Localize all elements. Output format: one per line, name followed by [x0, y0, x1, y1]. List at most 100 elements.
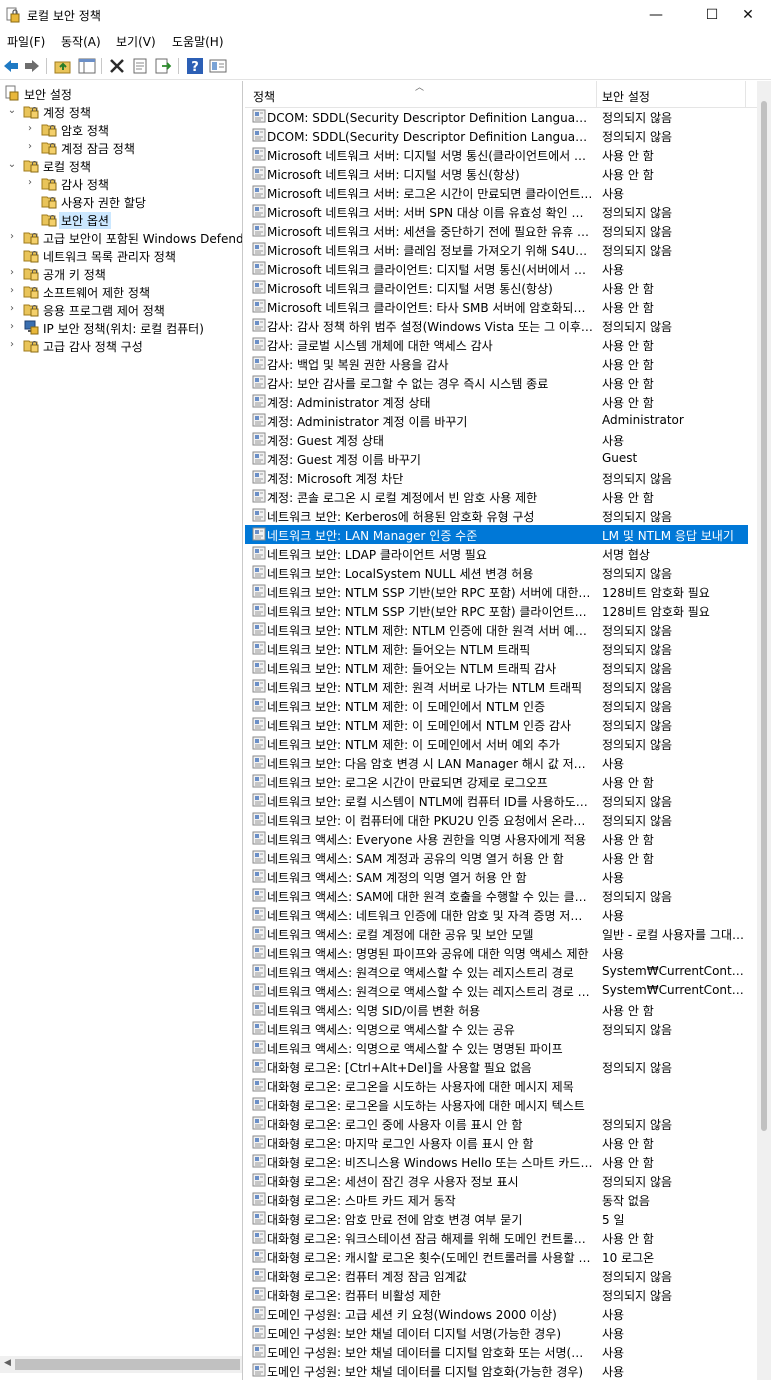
tree-item[interactable]: › 고급 감사 정책 구성 — [0, 336, 240, 354]
policy-row[interactable]: 네트워크 보안: 로컬 시스템이 NTLM에 컴퓨터 ID를 사용하도록 허용 정… — [245, 791, 748, 810]
policy-row[interactable]: Microsoft 네트워크 클라이언트: 디지털 서명 통신(서버에서 동의하… — [245, 259, 748, 278]
policy-row[interactable]: 대화형 로그온: 스마트 카드 제거 동작 동작 없음 — [245, 1190, 748, 1209]
policy-row[interactable]: 도메인 구성원: 보안 채널 데이터 디지털 서명(가능한 경우) 사용 — [245, 1323, 748, 1342]
policy-row[interactable]: 네트워크 액세스: SAM 계정과 공유의 익명 열거 허용 안 함 사용 안 함 — [245, 848, 748, 867]
policy-row[interactable]: 감사: 보안 감사를 로그할 수 없는 경우 즉시 시스템 종료 사용 안 함 — [245, 373, 748, 392]
menu-file[interactable]: 파일(F) — [7, 33, 45, 50]
policy-row[interactable]: 계정: Administrator 계정 상태 사용 안 함 — [245, 392, 748, 411]
policy-row[interactable]: Microsoft 네트워크 클라이언트: 디지털 서명 통신(항상) 사용 안 … — [245, 278, 748, 297]
column-divider[interactable] — [745, 81, 746, 107]
policy-row[interactable]: 감사: 백업 및 복원 권한 사용을 감사 사용 안 함 — [245, 354, 748, 373]
forward-icon[interactable] — [23, 57, 41, 75]
policy-row[interactable]: 대화형 로그온: [Ctrl+Alt+Del]을 사용할 필요 없음 정의되지 않… — [245, 1057, 748, 1076]
policy-row[interactable]: 네트워크 보안: NTLM 제한: 들어오는 NTLM 트래픽 감사 정의되지 않… — [245, 658, 748, 677]
list-vertical-scrollbar[interactable] — [757, 81, 771, 1380]
policy-row[interactable]: 대화형 로그온: 비즈니스용 Windows Hello 또는 스마트 카드 필… — [245, 1152, 748, 1171]
policy-row[interactable]: 도메인 구성원: 보안 채널 데이터를 디지털 암호화(가능한 경우) 사용 — [245, 1361, 748, 1380]
policy-row[interactable]: Microsoft 네트워크 서버: 서버 SPN 대상 이름 유효성 확인 수… — [245, 202, 748, 221]
scroll-thumb[interactable] — [15, 1359, 240, 1370]
chevron-right-icon[interactable]: › — [24, 176, 36, 190]
policy-row[interactable]: 네트워크 보안: Kerberos에 허용된 암호화 유형 구성 정의되지 않음 — [245, 506, 748, 525]
tree-item[interactable]: › 공개 키 정책 — [0, 264, 240, 282]
tree-item[interactable]: 네트워크 목록 관리자 정책 — [0, 246, 240, 264]
show-hide-tree-icon[interactable] — [78, 57, 96, 75]
policy-row[interactable]: 대화형 로그온: 컴퓨터 비활성 제한 정의되지 않음 — [245, 1285, 748, 1304]
policy-row[interactable]: 네트워크 액세스: 익명 SID/이름 변환 허용 사용 안 함 — [245, 1000, 748, 1019]
chevron-right-icon[interactable]: › — [6, 284, 18, 298]
chevron-down-icon[interactable]: ⌄ — [6, 104, 18, 118]
column-header-setting[interactable]: 보안 설정 — [602, 88, 650, 105]
policy-row[interactable]: 대화형 로그온: 컴퓨터 계정 잠금 임계값 정의되지 않음 — [245, 1266, 748, 1285]
policy-row[interactable]: 대화형 로그온: 로그온을 시도하는 사용자에 대한 메시지 텍스트 — [245, 1095, 748, 1114]
chevron-right-icon[interactable]: › — [6, 266, 18, 280]
policy-row[interactable]: 대화형 로그온: 암호 만료 전에 암호 변경 여부 묻기 5 일 — [245, 1209, 748, 1228]
menu-help[interactable]: 도움말(H) — [172, 33, 224, 50]
policy-row[interactable]: 네트워크 보안: NTLM 제한: 이 도메인에서 서버 예외 추가 정의되지 않… — [245, 734, 748, 753]
policy-row[interactable]: 대화형 로그온: 로그인 중에 사용자 이름 표시 안 함 정의되지 않음 — [245, 1114, 748, 1133]
chevron-right-icon[interactable]: › — [6, 230, 18, 244]
policy-row[interactable]: 네트워크 액세스: 익명으로 액세스할 수 있는 명명된 파이프 — [245, 1038, 748, 1057]
chevron-down-icon[interactable]: ⌄ — [6, 158, 18, 172]
policy-row[interactable]: Microsoft 네트워크 서버: 디지털 서명 통신(항상) 사용 안 함 — [245, 164, 748, 183]
chevron-right-icon[interactable]: › — [24, 140, 36, 154]
policy-row[interactable]: 감사: 감사 정책 하위 범주 설정(Windows Vista 또는 그 이후… — [245, 316, 748, 335]
policy-row[interactable]: 네트워크 보안: LocalSystem NULL 세션 변경 허용 정의되지 않… — [245, 563, 748, 582]
properties-icon[interactable] — [131, 57, 149, 75]
policy-row[interactable]: DCOM: SDDL(Security Descriptor Definitio… — [245, 107, 748, 126]
tree-item[interactable]: ⌄ 로컬 정책 — [0, 156, 240, 174]
policy-row[interactable]: 도메인 구성원: 고급 세션 키 요청(Windows 2000 이상) 사용 — [245, 1304, 748, 1323]
tree-item[interactable]: › IP 보안 정책(위치: 로컬 컴퓨터) — [0, 318, 240, 336]
menu-view[interactable]: 보기(V) — [116, 33, 156, 50]
policy-row[interactable]: 네트워크 보안: NTLM SSP 기반(보안 RPC 포함) 클라이언트에 대… — [245, 601, 748, 620]
policy-row[interactable]: 네트워크 액세스: 원격으로 액세스할 수 있는 레지스트리 경로 및 하위 경… — [245, 981, 748, 1000]
policy-row[interactable]: 대화형 로그온: 로그온을 시도하는 사용자에 대한 메시지 제목 — [245, 1076, 748, 1095]
tree-item[interactable]: › 암호 정책 — [0, 120, 240, 138]
policy-row[interactable]: 계정: 콘솔 로그온 시 로컬 계정에서 빈 암호 사용 제한 사용 안 함 — [245, 487, 748, 506]
chevron-right-icon[interactable]: › — [24, 122, 36, 136]
policy-row[interactable]: 대화형 로그온: 캐시할 로그온 횟수(도메인 컨트롤러를 사용할 수 없는 경… — [245, 1247, 748, 1266]
policy-row[interactable]: 네트워크 보안: LDAP 클라이언트 서명 필요 서명 협상 — [245, 544, 748, 563]
policy-row[interactable]: Microsoft 네트워크 클라이언트: 타사 SMB 서버에 암호화되지 않… — [245, 297, 748, 316]
policy-row[interactable]: 네트워크 액세스: 익명으로 액세스할 수 있는 공유 정의되지 않음 — [245, 1019, 748, 1038]
policy-row[interactable]: 네트워크 액세스: 명명된 파이프와 공유에 대한 익명 액세스 제한 사용 — [245, 943, 748, 962]
policy-row[interactable]: 계정: Guest 계정 이름 바꾸기 Guest — [245, 449, 748, 468]
tree-horizontal-scrollbar[interactable]: ◀ — [0, 1356, 242, 1373]
policy-row[interactable]: 네트워크 보안: NTLM 제한: 들어오는 NTLM 트래픽 정의되지 않음 — [245, 639, 748, 658]
policy-row[interactable]: Microsoft 네트워크 서버: 세션을 중단하기 전에 필요한 유휴 시간… — [245, 221, 748, 240]
chevron-right-icon[interactable]: › — [6, 320, 18, 334]
policy-row[interactable]: Microsoft 네트워크 서버: 클레임 정보를 가져오기 위해 S4U2S… — [245, 240, 748, 259]
policy-row[interactable]: 계정: Microsoft 계정 차단 정의되지 않음 — [245, 468, 748, 487]
help-icon[interactable]: ? — [186, 57, 204, 75]
tree-item[interactable]: › 응용 프로그램 제어 정책 — [0, 300, 240, 318]
policy-row[interactable]: 네트워크 보안: NTLM 제한: NTLM 인증에 대한 원격 서버 예외 추… — [245, 620, 748, 639]
policy-row[interactable]: 네트워크 액세스: SAM 계정의 익명 열거 허용 안 함 사용 — [245, 867, 748, 886]
chevron-right-icon[interactable]: › — [6, 302, 18, 316]
scroll-left-icon[interactable]: ◀ — [4, 1358, 11, 1368]
tree-item[interactable]: 보안 설정 — [0, 84, 240, 102]
tree-item[interactable]: 보안 옵션 — [0, 210, 240, 229]
tree-item[interactable]: › 계정 잠금 정책 — [0, 138, 240, 156]
policy-row[interactable]: 네트워크 보안: NTLM 제한: 이 도메인에서 NTLM 인증 감사 정의되지… — [245, 715, 748, 734]
minimize-button[interactable]: — — [633, 0, 679, 30]
policy-row[interactable]: 대화형 로그온: 마지막 로그인 사용자 이름 표시 안 함 사용 안 함 — [245, 1133, 748, 1152]
policy-row[interactable]: 네트워크 보안: NTLM 제한: 이 도메인에서 NTLM 인증 정의되지 않음 — [245, 696, 748, 715]
policy-row[interactable]: 계정: Guest 계정 상태 사용 — [245, 430, 748, 449]
policy-row[interactable]: Microsoft 네트워크 서버: 로그온 시간이 만료되면 클라이언트 연결… — [245, 183, 748, 202]
policy-row[interactable]: 네트워크 보안: LAN Manager 인증 수준 LM 및 NTLM 응답 보… — [245, 525, 748, 544]
policy-row[interactable]: 네트워크 액세스: 네트워크 인증에 대한 암호 및 자격 증명 저장 허용 안… — [245, 905, 748, 924]
policy-row[interactable]: 감사: 글로벌 시스템 개체에 대한 액세스 감사 사용 안 함 — [245, 335, 748, 354]
tree-item[interactable]: › 소프트웨어 제한 정책 — [0, 282, 240, 300]
tree-item[interactable]: › 고급 보안이 포함된 Windows Defender 방화벽 — [0, 228, 242, 246]
column-header-policy[interactable]: 정책 — [253, 88, 275, 105]
chevron-right-icon[interactable]: › — [6, 338, 18, 352]
policy-row[interactable]: 네트워크 액세스: 로컬 계정에 대한 공유 및 보안 모델 일반 - 로컬 사용… — [245, 924, 748, 943]
policy-row[interactable]: 네트워크 보안: 이 컴퓨터에 대한 PKU2U 인증 요청에서 온라인 ID를… — [245, 810, 748, 829]
policy-row[interactable]: 네트워크 액세스: SAM에 대한 원격 호출을 수행할 수 있는 클라이언트 … — [245, 886, 748, 905]
policy-row[interactable]: DCOM: SDDL(Security Descriptor Definitio… — [245, 126, 748, 145]
back-icon[interactable] — [2, 57, 20, 75]
scroll-thumb[interactable] — [761, 101, 767, 1131]
policy-row[interactable]: 네트워크 보안: 다음 암호 변경 시 LAN Manager 해시 값 저장 … — [245, 753, 748, 772]
menu-action[interactable]: 동작(A) — [61, 33, 101, 50]
policy-row[interactable]: 대화형 로그온: 세션이 잠긴 경우 사용자 정보 표시 정의되지 않음 — [245, 1171, 748, 1190]
up-folder-icon[interactable] — [54, 57, 72, 75]
